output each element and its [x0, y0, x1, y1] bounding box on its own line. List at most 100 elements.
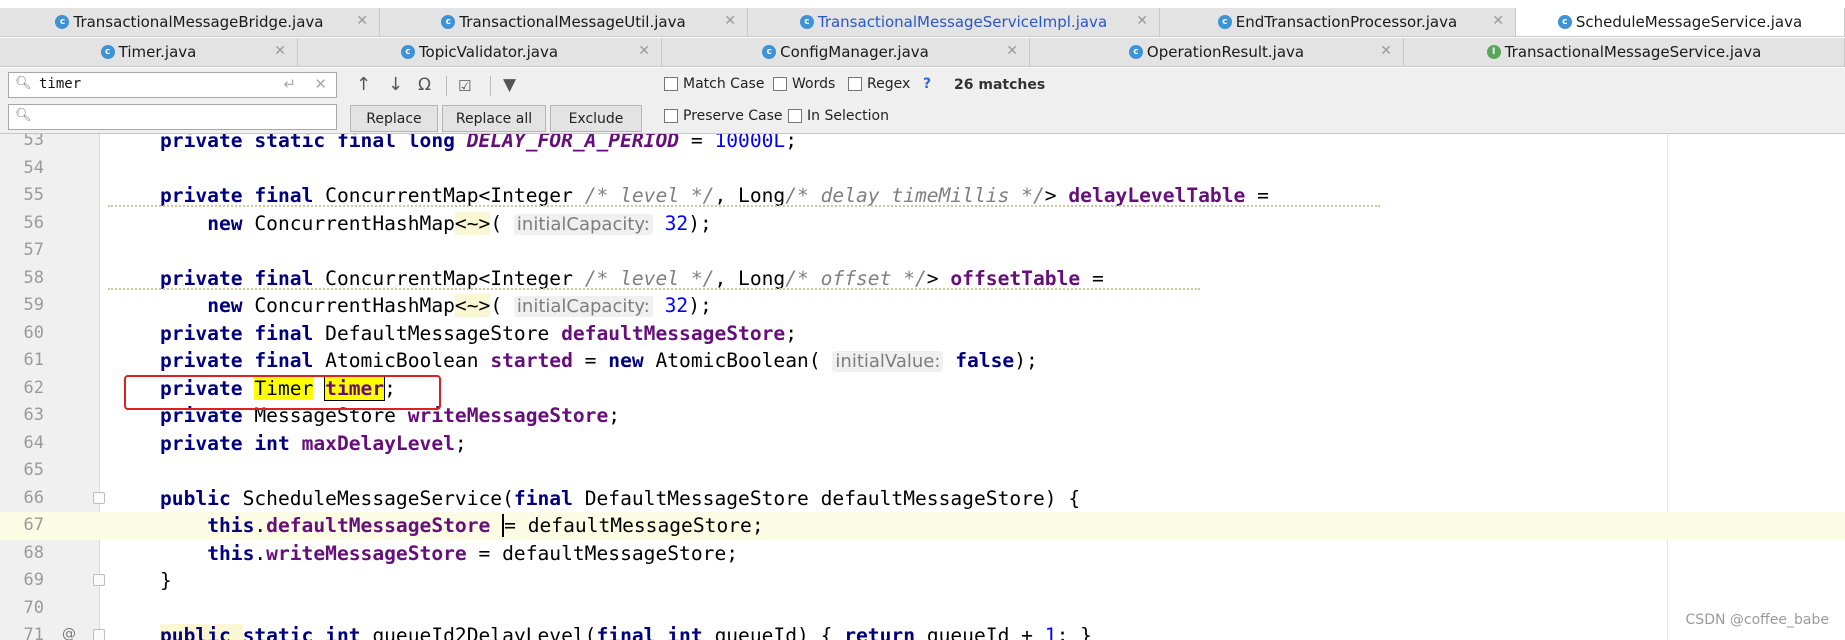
fold-marker-icon[interactable]: [93, 629, 105, 640]
regex-checkbox[interactable]: Regex: [848, 76, 910, 92]
tab-label: ScheduleMessageService.java: [1575, 13, 1803, 31]
class-icon: c: [100, 45, 115, 59]
previous-occurrence-icon[interactable]: ↑: [356, 76, 371, 94]
code-line[interactable]: 59 new ConcurrentHashMap<~>( initialCapa…: [0, 292, 1845, 320]
enter-icon: ↵: [283, 75, 296, 93]
code-text: private final AtomicBoolean started = ne…: [160, 349, 1038, 372]
tab-timer[interactable]: c Timer.java ✕: [0, 38, 298, 66]
replace-all-button[interactable]: Replace all: [442, 105, 546, 132]
line-number: 60: [23, 322, 44, 343]
class-icon: c: [441, 15, 456, 29]
close-icon[interactable]: ✕: [1492, 13, 1504, 29]
line-number: 70: [23, 597, 44, 618]
class-icon: c: [55, 15, 70, 29]
watermark: CSDN @coffee_babe: [1685, 612, 1829, 628]
code-line[interactable]: 70: [0, 595, 1845, 623]
replace-input[interactable]: 🔍︎: [8, 104, 337, 130]
code-line[interactable]: 54: [0, 155, 1845, 183]
toolbar-separator: [490, 76, 491, 96]
tab-operation-result[interactable]: c OperationResult.java ✕: [1030, 38, 1404, 66]
class-icon: c: [762, 45, 777, 59]
toolbar-separator: [446, 76, 447, 96]
code-line[interactable]: 61 private final AtomicBoolean started = …: [0, 347, 1845, 375]
code-line[interactable]: 57: [0, 237, 1845, 265]
code-line[interactable]: 64 private int maxDelayLevel;: [0, 430, 1845, 458]
regex-help-link[interactable]: ?: [923, 76, 931, 92]
tab-topic-validator[interactable]: c TopicValidator.java ✕: [298, 38, 662, 66]
words-label: Words: [792, 76, 836, 92]
find-all-icon[interactable]: Ω: [418, 76, 431, 94]
warning-underline: [108, 204, 1380, 207]
checkbox-box[interactable]: [773, 77, 787, 91]
words-checkbox[interactable]: Words: [773, 76, 835, 92]
line-number: 66: [23, 487, 44, 508]
preserve-case-label: Preserve Case: [683, 108, 783, 124]
code-line[interactable]: 65: [0, 457, 1845, 485]
tab-label: Timer.java: [118, 43, 197, 61]
next-occurrence-icon[interactable]: ↓: [388, 76, 403, 94]
code-line[interactable]: 53 private static final long DELAY_FOR_A_…: [0, 134, 1845, 155]
match-case-label: Match Case: [683, 76, 765, 92]
code-line[interactable]: 60 private final DefaultMessageStore defa…: [0, 320, 1845, 348]
in-selection-checkbox[interactable]: In Selection: [788, 108, 889, 124]
close-icon[interactable]: ✕: [274, 43, 286, 59]
annotation-gutter-icon[interactable]: @: [62, 626, 76, 640]
fold-marker-icon[interactable]: [93, 491, 105, 504]
close-icon[interactable]: ✕: [638, 43, 650, 59]
code-text: public ScheduleMessageService(final Defa…: [160, 486, 1081, 510]
tab-schedule-message-service[interactable]: c ScheduleMessageService.java: [1516, 8, 1845, 36]
code-text: private final DefaultMessageStore defaul…: [160, 321, 798, 345]
line-number: 53: [23, 134, 44, 150]
line-number: 58: [23, 267, 44, 288]
code-text: new ConcurrentHashMap<~>( initialCapacit…: [207, 294, 712, 317]
tab-transactional-message-util[interactable]: c TransactionalMessageUtil.java ✕: [380, 8, 748, 36]
editor-tabs-row-2: c Timer.java ✕ c TopicValidator.java ✕ c…: [0, 38, 1845, 67]
replace-button[interactable]: Replace: [350, 105, 438, 132]
search-icon[interactable]: 🔍︎: [15, 76, 32, 91]
tab-transactional-message-service[interactable]: I TransactionalMessageService.java: [1404, 38, 1845, 66]
warning-underline: [108, 287, 1200, 290]
exclude-button[interactable]: Exclude: [550, 105, 642, 132]
select-all-occurrences-icon[interactable]: ☑: [458, 77, 471, 95]
line-number: 62: [23, 377, 44, 398]
code-line[interactable]: 68 this.writeMessageStore = defaultMessa…: [0, 540, 1845, 568]
close-icon[interactable]: ✕: [1380, 43, 1392, 59]
close-icon[interactable]: ✕: [356, 13, 368, 29]
tab-label: TransactionalMessageBridge.java: [73, 13, 324, 31]
code-line[interactable]: 67 this.defaultMessageStore = defaultMes…: [0, 512, 1845, 540]
checkbox-box[interactable]: [664, 77, 678, 91]
code-text: this.defaultMessageStore = defaultMessag…: [207, 514, 764, 537]
code-line[interactable]: 56 new ConcurrentHashMap<~>( initialCapa…: [0, 210, 1845, 238]
class-icon: c: [1557, 15, 1572, 29]
close-icon[interactable]: ✕: [724, 13, 736, 29]
search-input[interactable]: 🔍︎ timer ↵ ✕: [8, 72, 337, 98]
preserve-case-checkbox[interactable]: Preserve Case: [664, 108, 783, 124]
class-icon: c: [799, 15, 814, 29]
code-line[interactable]: 71 @ public static int queueId2DelayLevel(…: [0, 622, 1845, 640]
code-text: this.writeMessageStore = defaultMessageS…: [207, 541, 739, 565]
fold-marker-icon[interactable]: [93, 574, 105, 586]
tab-config-manager[interactable]: c ConfigManager.java ✕: [662, 38, 1030, 66]
tab-transactional-message-service-impl[interactable]: c TransactionalMessageServiceImpl.java ✕: [748, 8, 1160, 36]
code-line[interactable]: 69}: [0, 567, 1845, 595]
checkbox-box[interactable]: [664, 109, 678, 123]
code-text: private int maxDelayLevel;: [160, 431, 467, 455]
match-case-checkbox[interactable]: Match Case: [664, 76, 764, 92]
code-text: public static int queueId2DelayLevel(fin…: [160, 622, 1092, 640]
interface-icon: I: [1486, 45, 1501, 59]
code-text: }: [160, 569, 172, 592]
code-editor[interactable]: 53 private static final long DELAY_FOR_A_…: [0, 134, 1845, 640]
checkbox-box[interactable]: [788, 109, 802, 123]
filter-icon[interactable]: ▼: [503, 76, 516, 94]
line-number: 54: [23, 157, 44, 178]
close-icon[interactable]: ✕: [1136, 13, 1148, 29]
tab-end-transaction-processor[interactable]: c EndTransactionProcessor.java ✕: [1160, 8, 1516, 36]
tab-transactional-message-bridge[interactable]: c TransactionalMessageBridge.java ✕: [0, 8, 380, 36]
clear-icon[interactable]: ✕: [314, 75, 327, 93]
code-text: new ConcurrentHashMap<~>( initialCapacit…: [207, 211, 712, 235]
checkbox-box[interactable]: [848, 77, 862, 91]
search-icon[interactable]: 🔍︎: [15, 108, 32, 123]
close-icon[interactable]: ✕: [1006, 43, 1018, 59]
line-number: 56: [23, 212, 44, 233]
code-line[interactable]: 66 public ScheduleMessageService(final De…: [0, 485, 1845, 513]
